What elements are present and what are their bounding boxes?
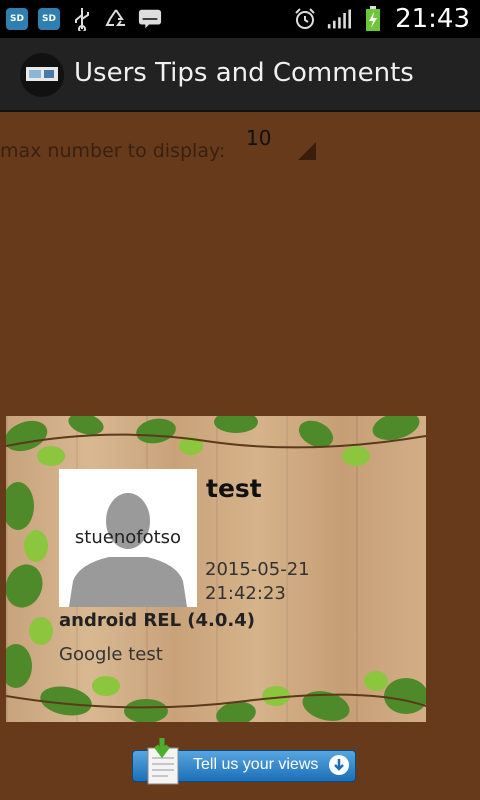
- download-arrow-icon: [329, 755, 349, 775]
- signal-icon: [327, 7, 352, 31]
- alarm-icon: [293, 7, 317, 31]
- spinner-value: 10: [246, 126, 272, 150]
- comment-date: 2015-05-21: [205, 559, 310, 580]
- status-bar: SD SD 21:43: [0, 0, 480, 38]
- notebook-icon: [147, 738, 179, 785]
- sd-card-icon: SD: [6, 8, 28, 30]
- system-icons: 21:43: [293, 4, 470, 34]
- tell-us-your-views-button[interactable]: Tell us your views: [132, 738, 356, 785]
- avatar: stuenofotso: [59, 469, 197, 607]
- notification-icons: SD SD: [6, 7, 162, 31]
- comment-card: stuenofotso test 2015-05-21 21:42:23 and…: [6, 416, 426, 722]
- app-logo-icon[interactable]: [20, 53, 64, 97]
- comment-device: android REL (4.0.4): [59, 610, 256, 631]
- action-bar: Users Tips and Comments: [0, 38, 480, 112]
- max-number-spinner[interactable]: 10: [230, 122, 316, 160]
- sd-card-icon: SD: [38, 8, 60, 30]
- keyboard-icon: [138, 7, 162, 31]
- comment-text: Google test: [59, 644, 163, 665]
- dropdown-triangle-icon: [298, 142, 316, 160]
- battery-charging-icon: [361, 6, 385, 31]
- comment-title: test: [206, 474, 262, 503]
- max-number-label: max number to display:: [0, 140, 226, 162]
- tell-button-label: Tell us your views: [193, 756, 319, 773]
- status-clock: 21:43: [395, 4, 470, 34]
- page-title: Users Tips and Comments: [74, 58, 414, 88]
- recycle-icon: [104, 7, 128, 31]
- username-label: stuenofotso: [74, 527, 182, 548]
- comment-timestamp: 2015-05-21 21:42:23: [205, 558, 310, 606]
- comment-time: 21:42:23: [205, 583, 286, 604]
- usb-icon: [70, 7, 94, 31]
